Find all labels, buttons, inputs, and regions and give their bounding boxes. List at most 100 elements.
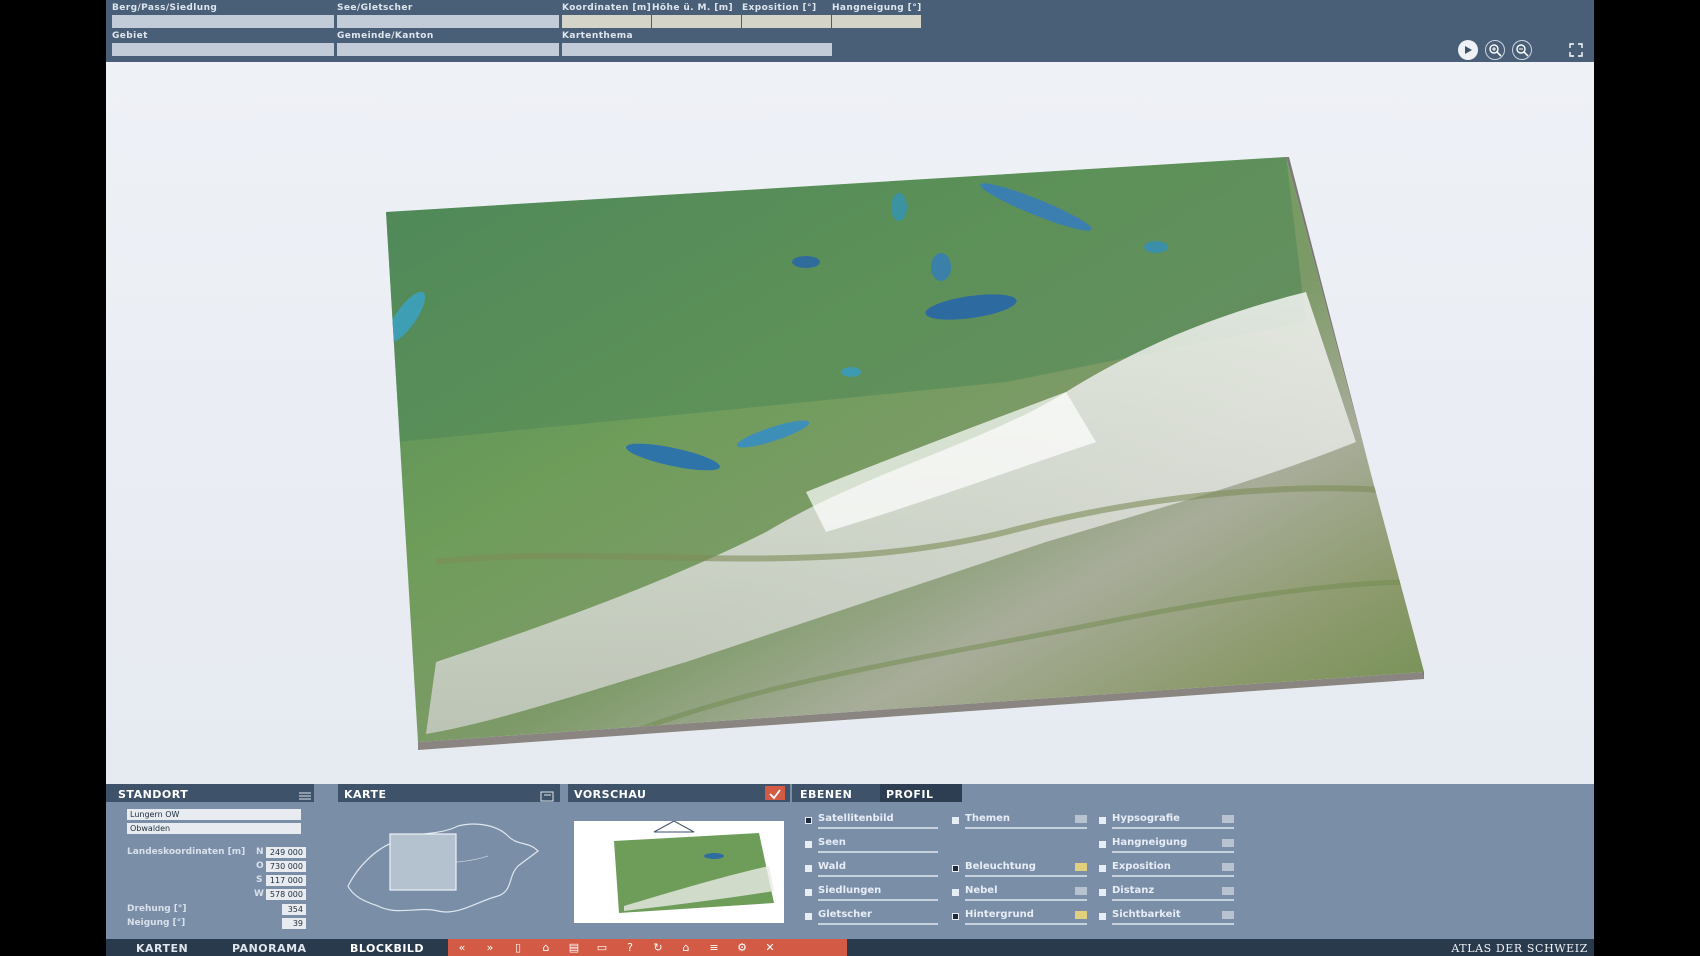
gletscher-slider[interactable] — [818, 923, 938, 925]
terrain-block-diagram[interactable] — [106, 62, 1594, 784]
layer-sichtbarkeit[interactable]: Sichtbarkeit — [1112, 909, 1181, 920]
nebel-checkbox[interactable] — [952, 889, 959, 896]
atlas-app: Berg/Pass/Siedlung See/Gletscher Koordin… — [106, 0, 1594, 956]
layer-themen[interactable]: Themen — [965, 813, 1010, 824]
tab-karten[interactable]: KARTEN — [136, 942, 188, 955]
layer-beleuchtung[interactable]: Beleuchtung — [965, 861, 1036, 872]
print-icon[interactable]: ▤ — [560, 941, 588, 954]
preview-image[interactable] — [574, 820, 784, 923]
hangneigung-settings[interactable] — [1222, 839, 1234, 847]
hangneigung-slider[interactable] — [1112, 851, 1234, 853]
bookmark-icon[interactable]: ▯ — [504, 941, 532, 954]
hypsografie-slider[interactable] — [1112, 827, 1234, 829]
kartenthema-input[interactable] — [562, 43, 832, 56]
drehung-value[interactable]: 354 — [282, 904, 306, 915]
n-label: N — [256, 847, 264, 857]
siedlungen-checkbox[interactable] — [805, 889, 812, 896]
switzerland-overview-map[interactable] — [338, 806, 560, 936]
berg-input[interactable] — [112, 15, 334, 28]
apply-preview-button[interactable] — [765, 786, 785, 800]
layer-gletscher[interactable]: Gletscher — [818, 909, 872, 920]
o-label: O — [256, 861, 264, 871]
place-field[interactable]: Lungern OW — [127, 809, 301, 820]
themen-settings[interactable] — [1075, 815, 1087, 823]
siedlungen-slider[interactable] — [818, 899, 938, 901]
layer-hangneigung[interactable]: Hangneigung — [1112, 837, 1187, 848]
seen-checkbox[interactable] — [805, 841, 812, 848]
hangneigung-checkbox[interactable] — [1099, 841, 1106, 848]
sichtbarkeit-checkbox[interactable] — [1099, 913, 1106, 920]
play-button[interactable] — [1458, 40, 1478, 60]
hypsografie-settings[interactable] — [1222, 815, 1234, 823]
exposition-slider[interactable] — [1112, 875, 1234, 877]
tab-blockbild[interactable]: BLOCKBILD — [350, 942, 424, 955]
help-icon[interactable]: ? — [616, 941, 644, 954]
zoom-out-button[interactable] — [1512, 40, 1532, 60]
rotate-icon[interactable]: ↻ — [644, 941, 672, 954]
tab-panorama[interactable]: PANORAMA — [232, 942, 307, 955]
tab-profil[interactable]: PROFIL — [880, 784, 962, 802]
distanz-slider[interactable] — [1112, 899, 1234, 901]
wald-slider[interactable] — [818, 875, 938, 877]
block-diagram-view[interactable] — [106, 62, 1594, 784]
layer-seen[interactable]: Seen — [818, 837, 846, 848]
legend-icon[interactable]: ≡ — [700, 941, 728, 954]
s-label: S — [256, 875, 263, 885]
hintergrund-settings[interactable] — [1075, 911, 1087, 919]
fullscreen-button[interactable] — [1566, 40, 1586, 60]
layer-wald[interactable]: Wald — [818, 861, 846, 872]
beleuchtung-checkbox[interactable] — [952, 865, 959, 872]
forward-icon[interactable]: » — [476, 941, 504, 954]
layer-distanz[interactable]: Distanz — [1112, 885, 1154, 896]
sichtbarkeit-settings[interactable] — [1222, 911, 1234, 919]
nebel-slider[interactable] — [965, 899, 1087, 901]
gemeinde-input[interactable] — [337, 43, 559, 56]
export-icon[interactable]: ▭ — [588, 941, 616, 954]
hintergrund-checkbox[interactable] — [952, 913, 959, 920]
themen-checkbox[interactable] — [952, 817, 959, 824]
beleuchtung-slider[interactable] — [965, 875, 1087, 877]
themen-slider[interactable] — [965, 827, 1087, 829]
layer-hintergrund[interactable]: Hintergrund — [965, 909, 1034, 920]
view-rectangle[interactable] — [389, 833, 457, 891]
settings-icon[interactable]: ⚙ — [728, 941, 756, 954]
close-icon[interactable]: ✕ — [756, 941, 784, 954]
standort-title: STANDORT — [118, 788, 189, 801]
distanz-settings[interactable] — [1222, 887, 1234, 895]
neigung-value[interactable]: 39 — [282, 918, 306, 929]
layer-nebel[interactable]: Nebel — [965, 885, 998, 896]
wald-checkbox[interactable] — [805, 865, 812, 872]
layer-siedlungen[interactable]: Siedlungen — [818, 885, 881, 896]
karte-section: KARTE — [338, 784, 560, 939]
hintergrund-slider[interactable] — [965, 923, 1087, 925]
layer-exposition[interactable]: Exposition — [1112, 861, 1171, 872]
nebel-settings[interactable] — [1075, 887, 1087, 895]
hypsografie-checkbox[interactable] — [1099, 817, 1106, 824]
satellitenbild-slider[interactable] — [818, 827, 938, 829]
list-icon[interactable] — [298, 787, 312, 800]
w-value[interactable]: 578 000 — [266, 889, 306, 900]
control-panel: STANDORT Lungern OW Obwalden Landeskoord… — [106, 784, 1594, 939]
map-options-icon[interactable] — [540, 787, 554, 802]
see-input[interactable] — [337, 15, 559, 28]
satellitenbild-checkbox[interactable] — [805, 817, 812, 824]
o-value[interactable]: 730 000 — [266, 861, 306, 872]
sichtbarkeit-slider[interactable] — [1112, 923, 1234, 925]
exposition-settings[interactable] — [1222, 863, 1234, 871]
n-value[interactable]: 249 000 — [266, 847, 306, 858]
tab-ebenen[interactable]: EBENEN — [800, 788, 852, 801]
layer-hypsografie[interactable]: Hypsografie — [1112, 813, 1180, 824]
back-icon[interactable]: « — [448, 941, 476, 954]
gletscher-checkbox[interactable] — [805, 913, 812, 920]
beleuchtung-settings[interactable] — [1075, 863, 1087, 871]
seen-slider[interactable] — [818, 851, 938, 853]
s-value[interactable]: 117 000 — [266, 875, 306, 886]
lock-icon[interactable]: ⌂ — [532, 941, 560, 954]
gebiet-input[interactable] — [112, 43, 334, 56]
layer-satellitenbild[interactable]: Satellitenbild — [818, 813, 894, 824]
exposition-checkbox[interactable] — [1099, 865, 1106, 872]
distanz-checkbox[interactable] — [1099, 889, 1106, 896]
zoom-in-button[interactable] — [1485, 40, 1505, 60]
home-icon[interactable]: ⌂ — [672, 941, 700, 954]
check-icon — [769, 789, 781, 800]
